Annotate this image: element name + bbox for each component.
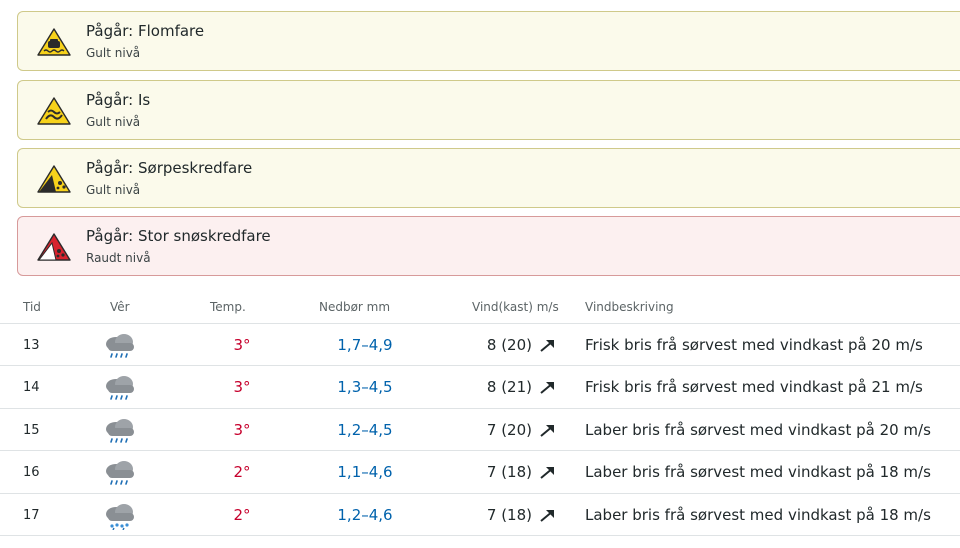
row-temperature: 2° <box>233 463 251 482</box>
column-header-wind: Vind(kast) m/s <box>472 300 559 314</box>
warning-level: Gult nivå <box>86 46 141 60</box>
row-wind: 8 (20) <box>486 336 532 354</box>
column-header-precip: Nedbør mm <box>319 300 391 314</box>
row-wind-description: Laber bris frå sørvest med vindkast på 1… <box>585 505 931 524</box>
wind-direction-arrow-icon <box>538 336 558 354</box>
row-wind: 7 (18) <box>486 463 532 482</box>
warning-title: Pågår: Is <box>86 91 151 109</box>
heavy-rain-cloud-icon <box>102 374 138 402</box>
heavy-rain-cloud-icon <box>102 417 138 445</box>
heavy-sleet-cloud-icon <box>102 502 138 530</box>
warning-title: Pågår: Sørpeskredfare <box>86 159 253 177</box>
column-header-wind-description: Vindbeskriving <box>585 300 674 314</box>
column-header-time: Tid <box>23 300 41 314</box>
warning-card-ice[interactable]: Pågår: Is Gult nivå <box>17 80 960 140</box>
row-wind-description: Laber bris frå sørvest med vindkast på 1… <box>585 463 931 482</box>
row-wind-description: Frisk bris frå sørvest med vindkast på 2… <box>585 336 923 354</box>
warning-level: Raudt nivå <box>86 251 151 265</box>
row-temperature: 3° <box>233 378 251 397</box>
wind-direction-arrow-icon <box>538 463 558 481</box>
row-time: 14 <box>23 380 40 396</box>
warning-level: Gult nivå <box>86 115 141 129</box>
snow-avalanche-warning-icon <box>36 231 72 263</box>
row-temperature: 3° <box>233 420 251 439</box>
wind-direction-arrow-icon <box>538 421 558 439</box>
row-wind: 8 (21) <box>486 378 532 397</box>
table-row[interactable]: 14 3° 1,3–4,5 8 (21) Frisk bris frå sørv… <box>0 366 960 409</box>
table-row[interactable]: 16 2° 1,1–4,6 7 (18) Laber bris frå sørv… <box>0 451 960 494</box>
row-wind: 7 (20) <box>486 420 532 439</box>
row-time: 17 <box>23 507 40 523</box>
row-temperature: 3° <box>233 336 251 354</box>
row-time: 15 <box>23 422 40 438</box>
row-precipitation: 1,2–4,5 <box>337 420 393 439</box>
table-header-row: Tid Vêr Temp. Nedbør mm Vind(kast) m/s V… <box>0 290 960 324</box>
row-wind-description: Frisk bris frå sørvest med vindkast på 2… <box>585 378 923 397</box>
row-precipitation: 1,3–4,5 <box>337 378 393 397</box>
column-header-temp: Temp. <box>210 300 246 314</box>
slush-avalanche-warning-icon <box>36 163 72 195</box>
hourly-forecast-table: Tid Vêr Temp. Nedbør mm Vind(kast) m/s V… <box>0 290 960 536</box>
warning-title: Pågår: Stor snøskredfare <box>86 227 271 245</box>
warning-card-flood[interactable]: Pågår: Flomfare Gult nivå <box>17 11 960 71</box>
row-wind-description: Laber bris frå sørvest med vindkast på 2… <box>585 420 931 439</box>
warning-level: Gult nivå <box>86 183 141 197</box>
wind-direction-arrow-icon <box>538 378 558 396</box>
flood-warning-icon <box>36 26 72 58</box>
wind-direction-arrow-icon <box>538 506 558 524</box>
table-row-partial <box>0 538 960 548</box>
heavy-rain-cloud-icon <box>102 332 138 360</box>
warning-card-slush-avalanche[interactable]: Pågår: Sørpeskredfare Gult nivå <box>17 148 960 208</box>
row-precipitation: 1,2–4,6 <box>337 505 393 524</box>
row-wind: 7 (18) <box>486 505 532 524</box>
warning-title: Pågår: Flomfare <box>86 22 205 40</box>
table-row[interactable]: 17 2° 1,2–4,6 7 (18) Laber bris frå sørv… <box>0 494 960 536</box>
ice-warning-icon <box>36 95 72 127</box>
row-time: 16 <box>23 465 40 481</box>
column-header-weather: Vêr <box>110 300 130 314</box>
row-precipitation: 1,1–4,6 <box>337 463 393 482</box>
row-precipitation: 1,7–4,9 <box>337 336 393 354</box>
row-temperature: 2° <box>233 505 251 524</box>
row-time: 13 <box>23 338 40 353</box>
table-row[interactable]: 13 3° 1,7–4,9 8 (20) Frisk bris frå sørv… <box>0 324 960 367</box>
table-row[interactable]: 15 3° 1,2–4,5 7 (20) Laber bris frå sørv… <box>0 409 960 452</box>
heavy-rain-cloud-icon <box>102 459 138 487</box>
warning-card-snow-avalanche[interactable]: Pågår: Stor snøskredfare Raudt nivå <box>17 216 960 276</box>
